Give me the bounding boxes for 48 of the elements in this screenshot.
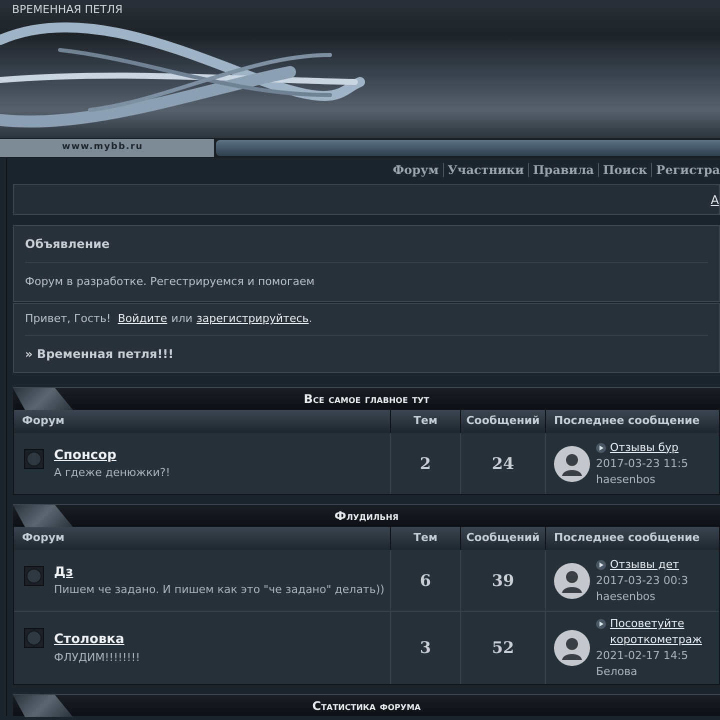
login-link[interactable]: Войдите	[118, 311, 168, 328]
last-post-link[interactable]: Посоветуйте короткометраж	[610, 616, 714, 648]
category-title: Статистика форума	[312, 698, 421, 714]
nav-link[interactable]: Участники	[448, 161, 524, 179]
column-header: Тем	[390, 527, 460, 550]
category-title: Все самое главное тут	[304, 390, 430, 408]
nav-link[interactable]: Форум	[392, 161, 439, 179]
greeting-text: Привет, Гость!	[25, 311, 111, 328]
forum-description: ФЛУДИМ!!!!!!!!	[54, 650, 140, 666]
site-logo: www.mybb.ru	[0, 139, 214, 157]
post-author: haesenbos	[596, 472, 656, 488]
column-header: Форум	[21, 530, 66, 546]
register-link[interactable]: зарегистрируйтесь	[196, 311, 309, 328]
forum-description: Пишем че задано. И пишем как это "че задано" делать))	[54, 582, 384, 598]
nav-link[interactable]: Поиск	[602, 161, 648, 179]
post-date: 2017-03-23 11:5	[596, 456, 690, 472]
link[interactable]: А	[710, 190, 719, 208]
post-author: Белова	[596, 664, 638, 680]
posts-count: 39	[460, 550, 545, 611]
last-post-link[interactable]: Отзывы бур	[610, 440, 714, 456]
period-text: .	[308, 311, 312, 328]
column-header: Последнее сообщение	[545, 527, 719, 550]
site-title: ВРЕМЕННАЯ ПЕТЛЯ	[12, 2, 123, 18]
nav-link[interactable]: Регистра	[656, 161, 720, 179]
forum-link[interactable]: Дз	[54, 562, 74, 582]
topics-count: 2	[390, 433, 460, 494]
or-text: или	[171, 311, 193, 328]
last-post-link[interactable]: Отзывы дет	[610, 556, 714, 572]
announcement-text: Форум в разработке. Регестрируемся и помогаем	[25, 274, 316, 290]
column-header: Форум	[21, 413, 66, 430]
forum-description: А гдеже денюжки?!	[54, 465, 170, 481]
column-header: Последнее сообщение	[545, 410, 719, 433]
nav-link[interactable]: Правила	[532, 161, 594, 179]
topics-count: 6	[390, 550, 460, 611]
category-title: Флудильня	[334, 508, 399, 524]
post-date: 2017-03-23 00:3	[596, 572, 690, 588]
posts-count: 52	[460, 612, 545, 684]
post-date: 2021-02-17 14:5	[596, 648, 690, 664]
column-header: Сообщений	[460, 527, 545, 550]
announcement-title: Объявление	[25, 226, 708, 263]
board-title: » Временная петля!!!	[25, 346, 175, 363]
post-author: haesenbos	[596, 588, 656, 604]
column-header: Тем	[390, 410, 460, 433]
forum-link[interactable]: Столовка	[54, 630, 124, 650]
topics-count: 3	[390, 612, 460, 684]
forum-link[interactable]: Спонсор	[54, 446, 116, 465]
posts-count: 24	[460, 433, 545, 494]
column-header: Сообщений	[460, 410, 545, 433]
